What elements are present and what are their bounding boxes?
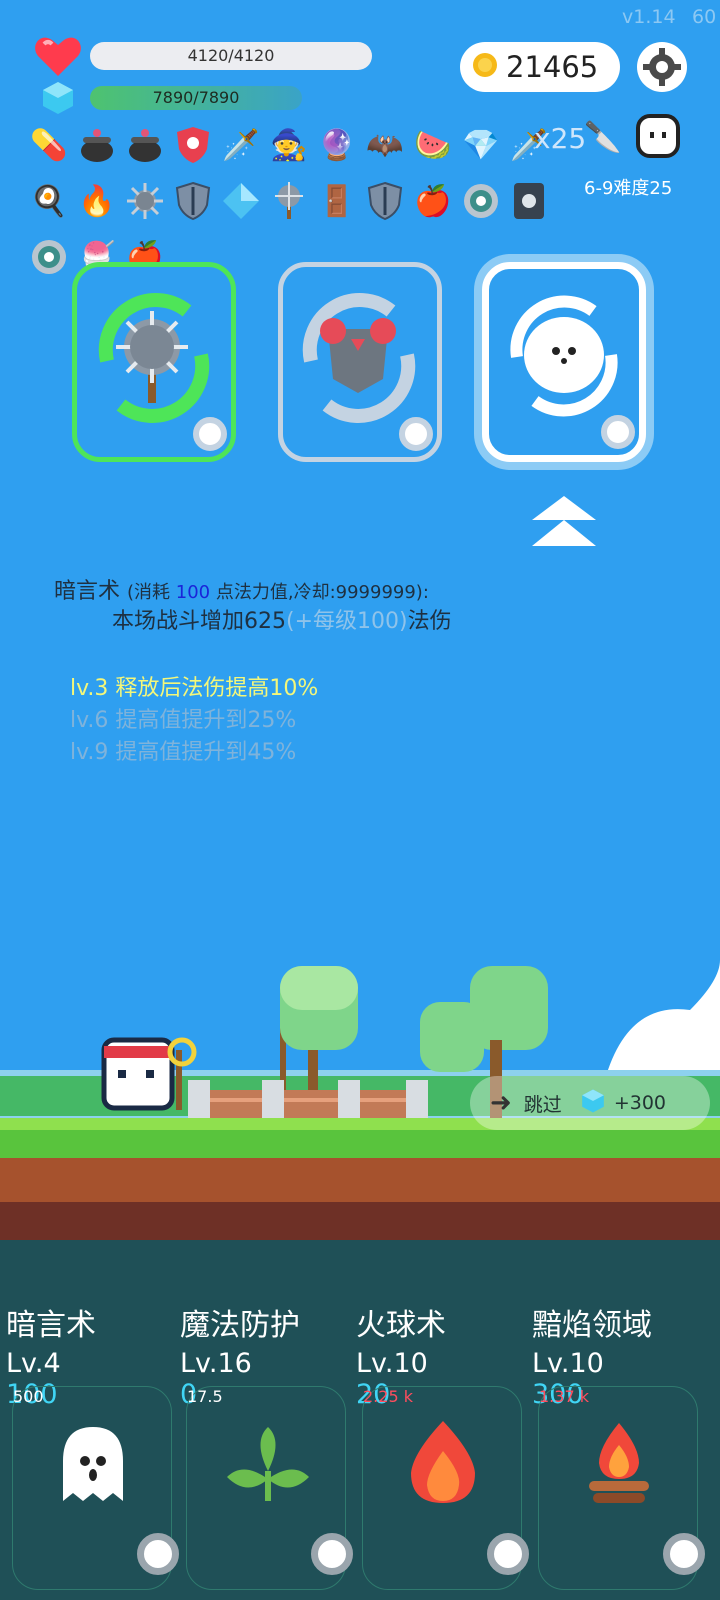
watermelon-icon[interactable]: 🍉 [412,124,454,166]
blue-diamond-icon[interactable] [220,180,262,222]
campfire-icon [589,1423,649,1503]
level-bonus-6: lv.6 提高值提升到25% [70,708,297,733]
upgrade-cost: 500 [13,1387,44,1406]
fire-icon [411,1421,475,1503]
coin-icon [472,52,498,82]
upgrade-cost: 2.25 k [363,1387,413,1406]
skill-card-1[interactable]: 500 [12,1386,179,1590]
fried-egg-icon[interactable]: 🍳 [28,180,70,222]
diamond-icon[interactable]: 💎 [460,124,502,166]
effect-prefix: 本场战斗增加625 [112,609,286,634]
ring-icon[interactable] [460,180,502,222]
cleaver-icon: 🔪 [584,119,622,155]
crystal-ball-icon[interactable]: 🔮 [316,124,358,166]
choice-card-ghost[interactable] [482,262,646,462]
apple-icon[interactable]: 🍎 [412,180,454,222]
red-shield-icon[interactable] [172,124,214,166]
mace-icon[interactable] [268,180,310,222]
mp-bar: 7890/7890 [90,86,302,110]
skip-arrow-icon: ➜ [490,1088,512,1118]
swap-icon [399,417,433,451]
shield-icon[interactable] [364,180,406,222]
wizard-hat-icon[interactable]: 🧙 [268,124,310,166]
choice-card-mace[interactable] [72,262,236,462]
skill-name: 火球术 [356,1308,446,1343]
skill-name: 暗言术 [54,579,121,604]
ghost-icon [510,295,618,417]
skill-level: Lv.4 [6,1348,61,1379]
upgrade-icon[interactable] [311,1533,353,1575]
upgrade-icon[interactable] [663,1533,705,1575]
leaf-icon [227,1427,309,1501]
swap-icon [193,417,227,451]
level-bonus-3: lv.3 释放后法伤提高10% [70,676,319,701]
cost-value: 100 [175,582,211,603]
bat-icon[interactable]: 🦇 [364,124,406,166]
mana-crystal-icon [40,80,76,120]
coin-counter: 21465 [460,42,620,92]
choice-card-armor[interactable] [278,262,442,462]
shield-icon[interactable] [172,180,214,222]
upgrade-cost: 17.5 [187,1387,223,1406]
effect-suffix: 法伤 [407,609,452,634]
heart-icon [34,34,82,82]
fire-icon[interactable]: 🔥 [76,180,118,222]
skip-label: 跳过 [523,1093,562,1116]
skill-name: 魔法防护 [180,1308,300,1343]
crystal-icon [580,1088,606,1119]
mace-icon [98,293,210,423]
ring-icon[interactable] [28,236,70,278]
skull-book-icon[interactable] [508,180,550,222]
effect-per-level: (+每级100) [286,609,408,634]
skip-button[interactable]: ➜ 跳过 +300 [470,1076,710,1130]
cauldron-icon[interactable] [124,124,166,166]
pill-icon[interactable]: 💊 [28,124,70,166]
cauldron-icon[interactable] [76,124,118,166]
armor-icon [302,293,416,423]
item-count: x25 [534,122,587,155]
skill-name: 暗言术 [6,1308,96,1343]
door-icon[interactable]: 🚪 [316,180,358,222]
difficulty-label: 6-9难度25 [584,178,673,199]
skill-card-4[interactable]: 1.37 k [538,1386,705,1590]
upgrade-icon[interactable] [487,1533,529,1575]
boss-ghost-icon [634,112,682,164]
swap-icon [601,415,635,449]
version-label: v1.14 [622,6,676,28]
upgrade-cost: 1.37 k [539,1387,589,1406]
coin-value: 21465 [506,50,599,84]
skill-level: Lv.16 [180,1348,252,1379]
player-character [101,1037,197,1111]
hp-bar: 4120/4120 [90,42,372,70]
skill-level: Lv.10 [532,1348,604,1379]
skill-level: Lv.10 [356,1348,428,1379]
skip-reward: +300 [613,1092,666,1114]
upgrade-icon[interactable] [137,1533,179,1575]
ghost-icon [63,1427,123,1501]
cost-prefix: (消耗 [127,582,176,603]
gear-icon [643,48,681,86]
skill-card-3[interactable]: 2.25 k [362,1386,529,1590]
upgrade-arrow-icon [530,494,598,554]
cost-suffix: 点法力值,冷却:9999999): [210,582,429,603]
skill-effect: 本场战斗增加625(+每级100)法伤 [112,603,452,635]
fps-counter: 60 [692,6,717,28]
settings-button[interactable] [637,42,687,92]
level-bonus-9: lv.9 提高值提升到45% [70,740,297,765]
skill-description-title: 暗言术 (消耗 100 点法力值,冷却:9999999): [54,573,429,605]
skill-name: 黯焰领域 [532,1308,652,1343]
dagger-icon[interactable]: 🗡️ [220,124,262,166]
skill-card-2[interactable]: 17.5 [186,1386,353,1590]
spiked-ball-icon[interactable] [124,180,166,222]
